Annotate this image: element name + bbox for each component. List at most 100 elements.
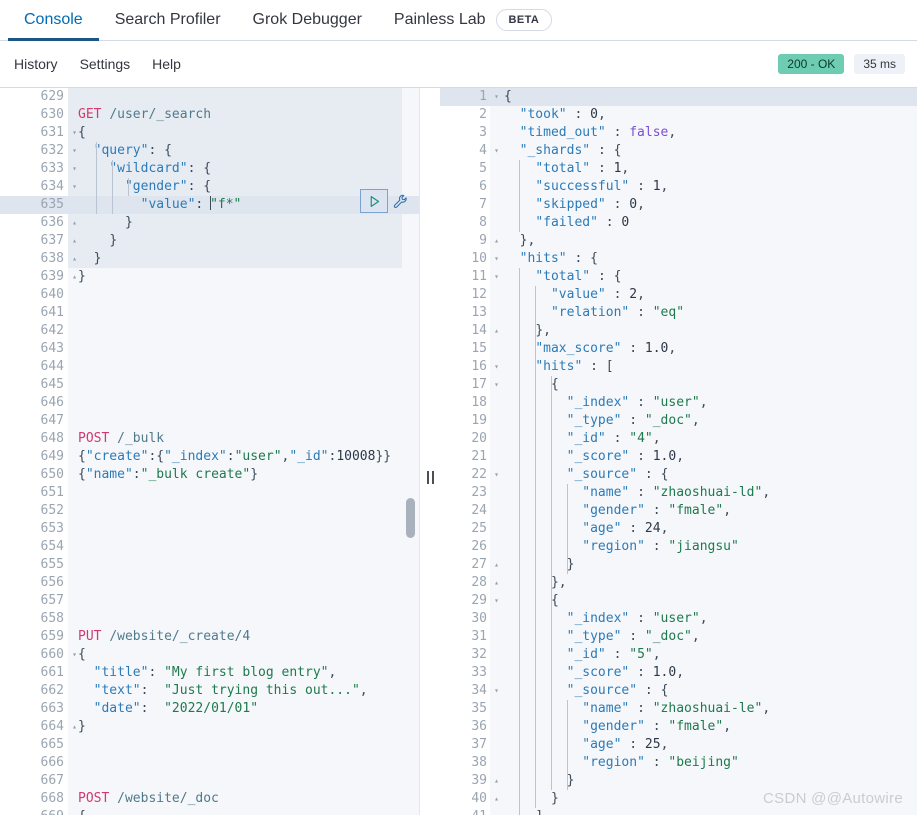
code-line[interactable]: 13 "relation" : "eq" xyxy=(440,304,917,322)
splitter-handle[interactable] xyxy=(424,470,436,484)
history-button[interactable]: History xyxy=(14,56,58,72)
code-line[interactable]: 643 xyxy=(0,340,419,358)
code-line[interactable]: 15 "max_score" : 1.0, xyxy=(440,340,917,358)
tab-grok-debugger[interactable]: Grok Debugger xyxy=(237,0,378,40)
code-line[interactable]: 650 {"name":"_bulk create"} xyxy=(0,466,419,484)
request-scrollbar-thumb[interactable] xyxy=(406,498,415,538)
code-line[interactable]: 668 POST /website/_doc xyxy=(0,790,419,808)
code-line[interactable]: 9 ▴ }, xyxy=(440,232,917,250)
code-line[interactable]: 667 xyxy=(0,772,419,790)
code-line[interactable]: 648 POST /_bulk xyxy=(0,430,419,448)
code-line[interactable]: 29 ▾ { xyxy=(440,592,917,610)
code-line[interactable]: 5 "total" : 1, xyxy=(440,160,917,178)
code-line[interactable]: 24 "gender" : "fmale", xyxy=(440,502,917,520)
code-line[interactable]: 653 xyxy=(0,520,419,538)
code-line[interactable]: 37 "age" : 25, xyxy=(440,736,917,754)
code-line[interactable]: 41▴ ] xyxy=(440,808,917,815)
code-line[interactable]: 637 ▴ } xyxy=(0,232,419,250)
code-line[interactable]: 629 xyxy=(0,88,419,106)
code-line[interactable]: 660 ▾{ xyxy=(0,646,419,664)
code-line[interactable]: 19 "_type" : "_doc", xyxy=(440,412,917,430)
play-icon[interactable] xyxy=(360,189,388,213)
code-line[interactable]: 26 "region" : "jiangsu" xyxy=(440,538,917,556)
code-line[interactable]: 25 "age" : 24, xyxy=(440,520,917,538)
help-button[interactable]: Help xyxy=(152,56,181,72)
code-line[interactable]: 31 "_type" : "_doc", xyxy=(440,628,917,646)
code-line[interactable]: 22 ▾ "_source" : { xyxy=(440,466,917,484)
code-line[interactable]: 8 "failed" : 0 xyxy=(440,214,917,232)
code-line[interactable]: 638 ▴ } xyxy=(0,250,419,268)
code-line[interactable]: 642 xyxy=(0,322,419,340)
code-line[interactable]: 34 ▾ "_source" : { xyxy=(440,682,917,700)
pane-splitter[interactable] xyxy=(420,88,440,815)
line-number: 8 xyxy=(440,214,490,232)
wrench-icon[interactable] xyxy=(389,189,411,213)
response-viewer[interactable]: 1 ▾{2 "took" : 0, 3 "timed_out" : false, 4 ▾… xyxy=(440,88,917,815)
code-line[interactable]: 632 ▾ "query": { xyxy=(0,142,419,160)
code-line[interactable]: 655 xyxy=(0,556,419,574)
code-line[interactable]: 21 "_score" : 1.0, xyxy=(440,448,917,466)
code-line[interactable]: 640 xyxy=(0,286,419,304)
code-line[interactable]: 669▾{ xyxy=(0,808,419,815)
code-line[interactable]: 661 "title": "My first blog entry", xyxy=(0,664,419,682)
code-line[interactable]: 662 "text": "Just trying this out...", xyxy=(0,682,419,700)
code-line[interactable]: 6 "successful" : 1, xyxy=(440,178,917,196)
code-line[interactable]: 652 xyxy=(0,502,419,520)
code-line[interactable]: 664 ▴} xyxy=(0,718,419,736)
code-line[interactable]: 658 xyxy=(0,610,419,628)
code-line[interactable]: 10 ▾ "hits" : { xyxy=(440,250,917,268)
code-line[interactable]: 35 "name" : "zhaoshuai-le", xyxy=(440,700,917,718)
code-line[interactable]: 38 "region" : "beijing" xyxy=(440,754,917,772)
settings-button[interactable]: Settings xyxy=(80,56,131,72)
code-line[interactable]: 36 "gender" : "fmale", xyxy=(440,718,917,736)
request-code[interactable]: 629 630 GET /user/_search 631 ▾{632 ▾ "query… xyxy=(0,88,419,815)
code-line[interactable]: 2 "took" : 0, xyxy=(440,106,917,124)
code-line[interactable]: 16 ▾ "hits" : [ xyxy=(440,358,917,376)
code-line[interactable]: 30 "_index" : "user", xyxy=(440,610,917,628)
response-code[interactable]: 1 ▾{2 "took" : 0, 3 "timed_out" : false, 4 ▾… xyxy=(440,88,917,815)
code-line[interactable]: 633 ▾ "wildcard": { xyxy=(0,160,419,178)
code-line[interactable]: 630 GET /user/_search xyxy=(0,106,419,124)
code-line[interactable]: 641 xyxy=(0,304,419,322)
code-line[interactable]: 32 "_id" : "5", xyxy=(440,646,917,664)
code-line[interactable]: 657 xyxy=(0,592,419,610)
code-line[interactable]: 654 xyxy=(0,538,419,556)
code-line[interactable]: 40 ▴ } xyxy=(440,790,917,808)
code-line[interactable]: 651 xyxy=(0,484,419,502)
code-line[interactable]: 17 ▾ { xyxy=(440,376,917,394)
code-line[interactable]: 634 ▾ "gender": { xyxy=(0,178,419,196)
code-line[interactable]: 39 ▴ } xyxy=(440,772,917,790)
code-line[interactable]: 4 ▾ "_shards" : { xyxy=(440,142,917,160)
code-line[interactable]: 659 PUT /website/_create/4 xyxy=(0,628,419,646)
code-line[interactable]: 635 "value": "f*" xyxy=(0,196,419,214)
code-line[interactable]: 12 "value" : 2, xyxy=(440,286,917,304)
code-line[interactable]: 665 xyxy=(0,736,419,754)
code-line[interactable]: 631 ▾{ xyxy=(0,124,419,142)
code-line[interactable]: 636 ▴ } xyxy=(0,214,419,232)
code-line[interactable]: 645 xyxy=(0,376,419,394)
code-line[interactable]: 666 xyxy=(0,754,419,772)
code-line[interactable]: 649 {"create":{"_index":"user","_id":1000… xyxy=(0,448,419,466)
code-line[interactable]: 1 ▾ { xyxy=(440,88,917,106)
code-line[interactable]: 644 xyxy=(0,358,419,376)
code-line[interactable]: 7 "skipped" : 0, xyxy=(440,196,917,214)
code-line[interactable]: 28 ▴ }, xyxy=(440,574,917,592)
tab-console[interactable]: Console xyxy=(8,0,99,41)
code-line[interactable]: 27 ▴ } xyxy=(440,556,917,574)
tab-search-profiler[interactable]: Search Profiler xyxy=(99,0,237,40)
code-line[interactable]: 3 "timed_out" : false, xyxy=(440,124,917,142)
code-line[interactable]: 14 ▴ }, xyxy=(440,322,917,340)
code-line[interactable]: 33 "_score" : 1.0, xyxy=(440,664,917,682)
request-actions[interactable] xyxy=(360,189,411,213)
code-line[interactable]: 663 "date": "2022/01/01" xyxy=(0,700,419,718)
code-line[interactable]: 23 "name" : "zhaoshuai-ld", xyxy=(440,484,917,502)
code-line[interactable]: 656 xyxy=(0,574,419,592)
code-line[interactable]: 646 xyxy=(0,394,419,412)
request-editor[interactable]: 629 630 GET /user/_search 631 ▾{632 ▾ "query… xyxy=(0,88,420,815)
code-line[interactable]: 639 ▴} xyxy=(0,268,419,286)
code-line[interactable]: 647 xyxy=(0,412,419,430)
code-line[interactable]: 20 "_id" : "4", xyxy=(440,430,917,448)
tab-painless-lab[interactable]: Painless Lab BETA xyxy=(378,0,568,40)
code-line[interactable]: 18 "_index" : "user", xyxy=(440,394,917,412)
code-line[interactable]: 11 ▾ "total" : { xyxy=(440,268,917,286)
